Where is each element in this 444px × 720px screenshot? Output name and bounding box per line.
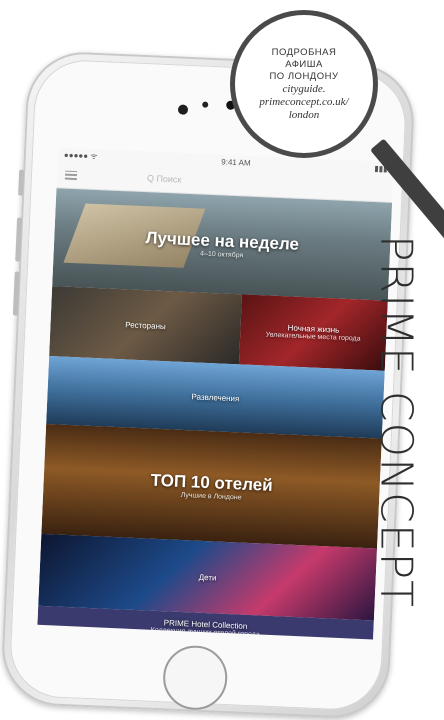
tile-best-of-week[interactable]: Лучшее на неделе 4–10 октября — [52, 188, 393, 301]
front-camera — [177, 104, 189, 115]
tile-top-hotels[interactable]: ТОП 10 отелей Лучшие в Лондоне — [41, 423, 382, 549]
tile-title: Развлечения — [191, 391, 240, 403]
tile-title: Рестораны — [125, 319, 166, 331]
tile-restaurants[interactable]: Рестораны — [49, 286, 242, 365]
sensor — [202, 101, 209, 108]
promo-url-1: cityguide. — [282, 82, 326, 95]
home-button — [161, 644, 229, 712]
status-time: 9:41 AM — [221, 156, 251, 168]
search-field[interactable]: Q Поиск — [147, 173, 182, 184]
tile-title: Дети — [198, 572, 217, 583]
signal-indicator: ●●●●● ᯤ — [63, 150, 98, 161]
brand-text: PRIME CONCEPT — [370, 235, 422, 609]
tile-subtitle: Лучшие в Лондоне — [180, 491, 242, 502]
tile-title: ТОП 10 отелей — [150, 470, 274, 495]
promo-url-2: primeconcept.co.uk/ — [259, 95, 349, 108]
menu-icon[interactable] — [64, 170, 78, 180]
app-screen: ●●●●● ᯤ 9:41 AM ▮▮▮ Q Поиск Лучшее на не… — [37, 147, 394, 640]
tile-subtitle: 4–10 октября — [199, 250, 244, 259]
magnifier-lens: ПОДРОБНАЯ АФИША ПО ЛОНДОНУ cityguide. pr… — [230, 10, 378, 158]
iphone-device: ●●●●● ᯤ 9:41 AM ▮▮▮ Q Поиск Лучшее на не… — [0, 49, 417, 720]
promo-line-3: ПО ЛОНДОНУ — [269, 70, 339, 82]
tile-subtitle: Увлекательные места города — [265, 331, 361, 343]
mute-switch — [18, 169, 25, 196]
phone-front: ●●●●● ᯤ 9:41 AM ▮▮▮ Q Поиск Лучшее на не… — [8, 58, 408, 712]
promo-line-1: ПОДРОБНАЯ — [271, 46, 337, 58]
promo-url-3: london — [288, 108, 320, 121]
volume-up-button — [15, 217, 23, 262]
volume-down-button — [12, 271, 20, 316]
brand-wordmark: PRIME CONCEPT — [356, 235, 436, 705]
promo-line-2: АФИША — [285, 58, 323, 70]
